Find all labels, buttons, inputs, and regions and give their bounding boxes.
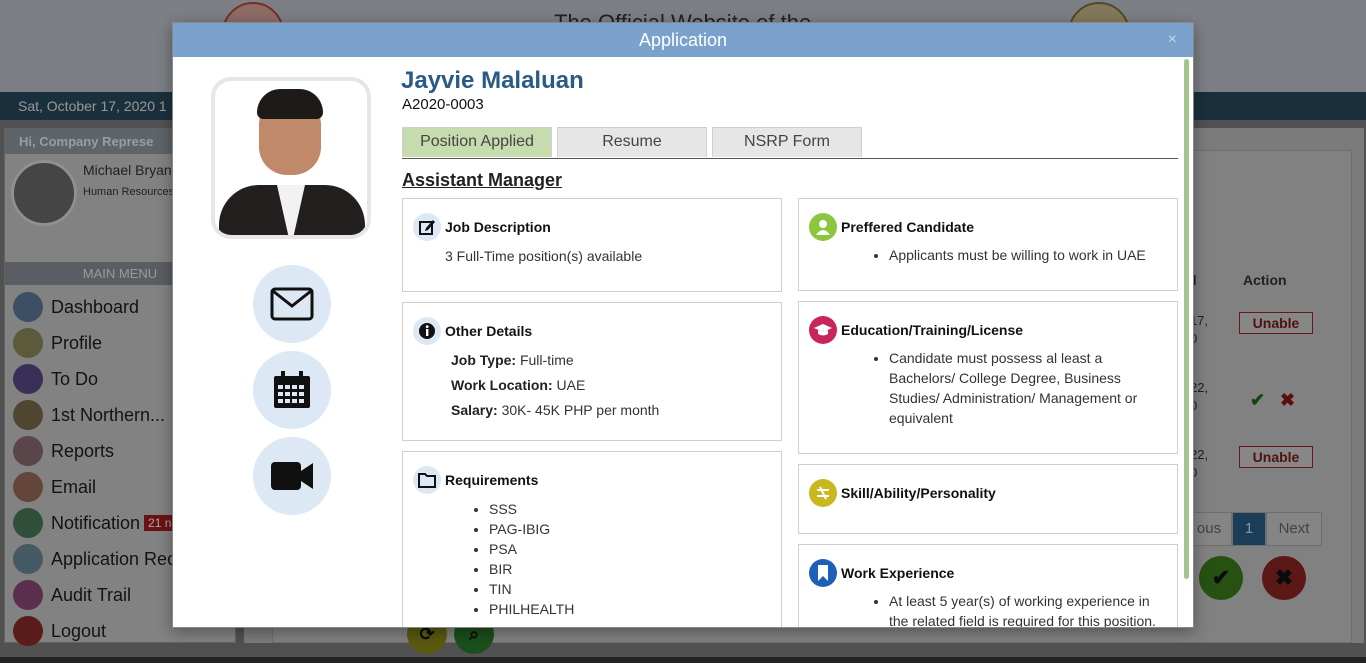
card-title: Other Details <box>445 323 533 339</box>
video-camera-icon <box>271 462 313 490</box>
card-title: Work Experience <box>841 565 955 581</box>
tab-nsrp-form[interactable]: NSRP Form <box>712 127 862 157</box>
work-experience-card: Work Experience At least 5 year(s) of wo… <box>798 544 1178 627</box>
envelope-icon <box>270 287 314 321</box>
folder-icon <box>413 466 441 494</box>
list-item: At least 5 year(s) of working experience… <box>889 591 1159 627</box>
applicant-photo <box>211 77 371 239</box>
card-title: Requirements <box>445 472 539 488</box>
list-item: PHILHEALTH <box>489 599 574 619</box>
schedule-button[interactable] <box>253 351 331 429</box>
close-icon[interactable]: × <box>1168 23 1177 57</box>
card-title: Education/Training/License <box>841 322 1024 338</box>
skill-icon <box>809 479 837 507</box>
calendar-icon <box>274 371 310 408</box>
job-description-card: Job Description 3 Full-Time position(s) … <box>402 198 782 292</box>
list-item: SSS <box>489 499 574 519</box>
tab-position-applied[interactable]: Position Applied <box>402 127 552 157</box>
list-item: BIR <box>489 559 574 579</box>
card-title: Job Description <box>445 219 551 235</box>
bottom-bar <box>0 657 1366 663</box>
application-modal: Application × Jayvie Malaluan A2020-0003… <box>172 22 1194 628</box>
list-item: TIN <box>489 579 574 599</box>
tab-resume[interactable]: Resume <box>557 127 707 157</box>
list-item: Applicants must be willing to work in UA… <box>889 245 1146 265</box>
job-type-row: Job Type: Full-time <box>451 352 574 368</box>
preferred-candidate-list: Applicants must be willing to work in UA… <box>889 245 1146 265</box>
applicant-id: A2020-0003 <box>402 96 484 113</box>
position-title: Assistant Manager <box>402 170 563 190</box>
requirements-list: SSS PAG-IBIG PSA BIR TIN PHILHEALTH <box>489 499 574 619</box>
other-details-card: Other Details Job Type: Full-time Work L… <box>402 302 782 441</box>
salary-row: Salary: 30K- 45K PHP per month <box>451 402 660 418</box>
application-tabs: Position Applied Resume NSRP Form <box>402 127 1178 159</box>
edit-icon <box>413 213 441 241</box>
work-location-row: Work Location: UAE <box>451 377 586 393</box>
requirements-card: Requirements SSS PAG-IBIG PSA BIR TIN PH… <box>402 451 782 627</box>
list-item: PSA <box>489 539 574 559</box>
applicant-name: Jayvie Malaluan <box>401 67 584 94</box>
list-item: PAG-IBIG <box>489 519 574 539</box>
education-card: Education/Training/License Candidate mus… <box>798 301 1178 454</box>
card-title: Preffered Candidate <box>841 219 975 235</box>
graduation-cap-icon <box>809 316 837 344</box>
email-button[interactable] <box>253 265 331 343</box>
video-call-button[interactable] <box>253 437 331 515</box>
job-description-text: 3 Full-Time position(s) available <box>445 248 643 264</box>
info-icon <box>413 317 441 345</box>
skill-card: Skill/Ability/Personality <box>798 464 1178 534</box>
card-title: Skill/Ability/Personality <box>841 485 996 501</box>
person-icon <box>809 213 837 241</box>
list-item: Candidate must possess al least a Bachel… <box>889 348 1159 428</box>
bookmark-icon <box>809 559 837 587</box>
work-experience-list: At least 5 year(s) of working experience… <box>889 591 1159 627</box>
preferred-candidate-card: Preffered Candidate Applicants must be w… <box>798 198 1178 291</box>
modal-scrollbar[interactable] <box>1184 59 1189 579</box>
modal-header: Application × <box>173 23 1193 57</box>
modal-title: Application <box>638 30 728 50</box>
education-list: Candidate must possess al least a Bachel… <box>889 348 1159 428</box>
